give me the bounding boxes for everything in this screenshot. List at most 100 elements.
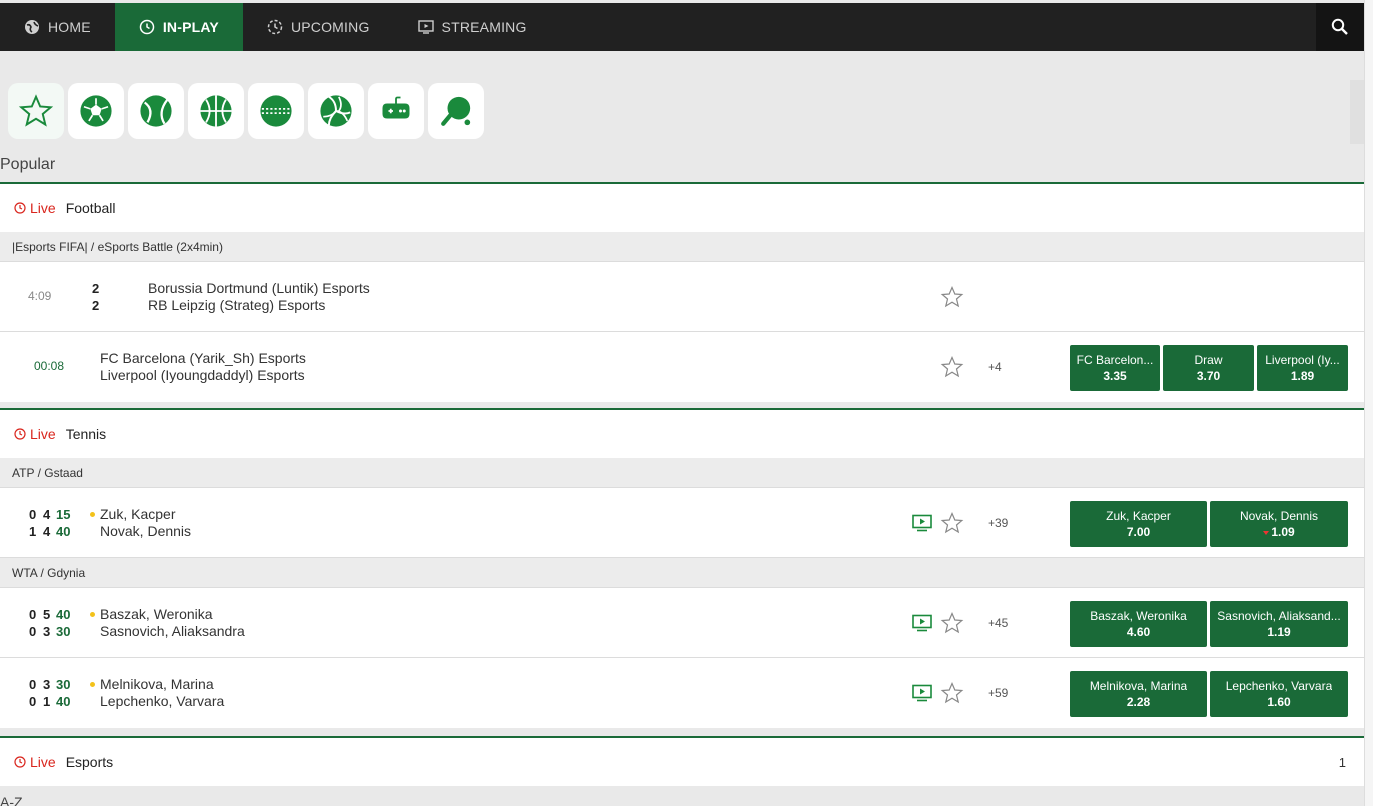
odds-price: 3.35 [1103,369,1127,383]
sports-scroll-handle[interactable] [1350,80,1364,144]
basketball-icon [200,95,232,127]
event-row[interactable]: 00 53 40 30 Baszak, Weronika Sasnovich, A… [0,588,1364,658]
nav-in-play[interactable]: IN-PLAY [114,3,243,51]
odds-button-player-one[interactable]: Baszak, Weronika 4.60 [1070,601,1207,647]
favourite-star-icon[interactable] [940,611,964,635]
sport-volleyball[interactable] [308,83,364,139]
sport-title: Football [65,200,116,216]
football-header[interactable]: Live Football [0,184,1364,232]
scrollbar[interactable] [1364,0,1373,806]
odds-button-player-one[interactable]: Melnikova, Marina 2.28 [1070,671,1207,717]
favourite-star-icon[interactable] [940,355,964,379]
odds-label: Baszak, Weronika [1090,609,1187,623]
odds-label: Zuk, Kacper [1106,509,1171,523]
odds-drop-indicator [1263,530,1270,535]
odds-button-player-two[interactable]: Novak, Dennis 1.09 [1210,501,1348,547]
popular-heading: Popular [0,156,56,173]
odds-price: 4.60 [1126,625,1151,639]
odds-price: 1.19 [1267,625,1291,639]
nav-upcoming[interactable]: UPCOMING [243,3,394,51]
league-header[interactable]: ATP / Gstaad [0,458,1364,488]
away-score: 2 [92,298,100,313]
odds-price-wrap: 1.09 [1263,525,1295,539]
event-row[interactable]: 00:08 FC Barcelona (Yarik_Sh) Esports Li… [0,332,1364,402]
search-button[interactable] [1316,3,1364,51]
favourite-star-icon[interactable] [940,285,964,309]
sets-score: 00 [29,607,37,639]
players: Baszak, Weronika Sasnovich, Aliaksandra [100,606,245,640]
star-icon [18,94,54,127]
odds-label: Novak, Dennis [1239,509,1319,523]
globe-icon [25,20,39,34]
player-one: Zuk, Kacper [100,506,176,522]
odds-button-draw[interactable]: Draw 3.70 [1163,345,1254,391]
sport-table-tennis[interactable] [428,83,484,139]
away-team: Liverpool (Iyoungdaddyl) Esports [100,367,305,383]
nav-streaming[interactable]: STREAMING [394,3,551,51]
odds-label: Liverpool (Iy... [1265,353,1340,367]
esports-header[interactable]: Live Esports 1 [0,738,1364,786]
odds-button-home[interactable]: FC Barcelon... 3.35 [1070,345,1160,391]
search-icon [1331,18,1348,35]
odds-button-player-one[interactable]: Zuk, Kacper 7.00 [1070,501,1207,547]
odds-button-away[interactable]: Liverpool (Iy... 1.89 [1257,345,1348,391]
odds-price: 1.89 [1290,369,1315,383]
event-row[interactable]: 00 31 30 40 Melnikova, Marina Lepchenko, … [0,658,1364,728]
live-stream-icon[interactable] [912,614,932,632]
event-row[interactable]: 01 44 15 40 Zuk, Kacper Novak, Dennis +39… [0,488,1364,558]
sets-score: 01 [29,507,37,539]
nav-home[interactable]: HOME [0,3,115,51]
teams: Borussia Dortmund (Luntik) Esports RB Le… [148,280,370,314]
odds-price: 1.09 [1271,525,1295,539]
sport-football[interactable] [68,83,124,139]
live-stream-icon[interactable] [912,514,932,532]
sets-score: 00 [29,677,37,709]
event-row[interactable]: 4:09 2 2 Borussia Dortmund (Luntik) Espo… [0,262,1364,332]
more-markets-link[interactable]: +45 [988,616,1008,630]
football-card: Live Football |Esports FIFA| / eSports B… [0,182,1364,402]
home-team: FC Barcelona (Yarik_Sh) Esports [100,350,306,366]
live-clock-icon [14,756,26,768]
sport-title: Esports [65,754,114,770]
sport-filter-bar [8,83,484,139]
more-markets-link[interactable]: +39 [988,516,1008,530]
football-icon [80,95,112,127]
nav-upcoming-label: UPCOMING [290,19,370,35]
sport-tennis[interactable] [128,83,184,139]
live-clock-icon [14,428,26,440]
games-score: 44 [43,507,51,539]
nav-home-label: HOME [48,19,91,35]
player-two: Lepchenko, Varvara [100,693,225,709]
more-markets-link[interactable]: +59 [988,686,1008,700]
favourite-star-icon[interactable] [940,681,964,705]
players: Melnikova, Marina Lepchenko, Varvara [100,676,224,710]
odds-button-player-two[interactable]: Lepchenko, Varvara 1.60 [1210,671,1348,717]
more-markets-link[interactable]: +4 [988,360,1002,374]
sport-esports[interactable] [368,83,424,139]
sport-favourites[interactable] [8,83,64,139]
score: 2 2 [92,280,99,314]
home-score: 2 [92,281,100,296]
serve-indicator [90,612,95,617]
sport-cricket[interactable] [248,83,304,139]
tennis-header[interactable]: Live Tennis [0,410,1364,458]
tv-icon [417,20,434,34]
player-one: Melnikova, Marina [100,676,214,692]
live-label: Live [30,754,56,770]
odds-button-player-two[interactable]: Sasnovich, Aliaksand... 1.19 [1210,601,1348,647]
player-two: Novak, Dennis [100,523,192,539]
odds-price: 2.28 [1126,695,1151,709]
table-tennis-icon [441,96,471,126]
player-two: Sasnovich, Aliaksandra [100,623,245,639]
serve-indicator [90,682,95,687]
league-header[interactable]: |Esports FIFA| / eSports Battle (2x4min) [0,232,1364,262]
top-nav: HOME IN-PLAY UPCOMING STREAMING [0,3,1364,51]
live-stream-icon[interactable] [912,684,932,702]
league-header[interactable]: WTA / Gdynia [0,558,1364,588]
live-label: Live [30,426,56,442]
odds-label: Sasnovich, Aliaksand... [1217,609,1341,623]
sport-basketball[interactable] [188,83,244,139]
favourite-star-icon[interactable] [940,511,964,535]
nav-in-play-label: IN-PLAY [162,19,219,35]
odds-price: 3.70 [1196,369,1221,383]
